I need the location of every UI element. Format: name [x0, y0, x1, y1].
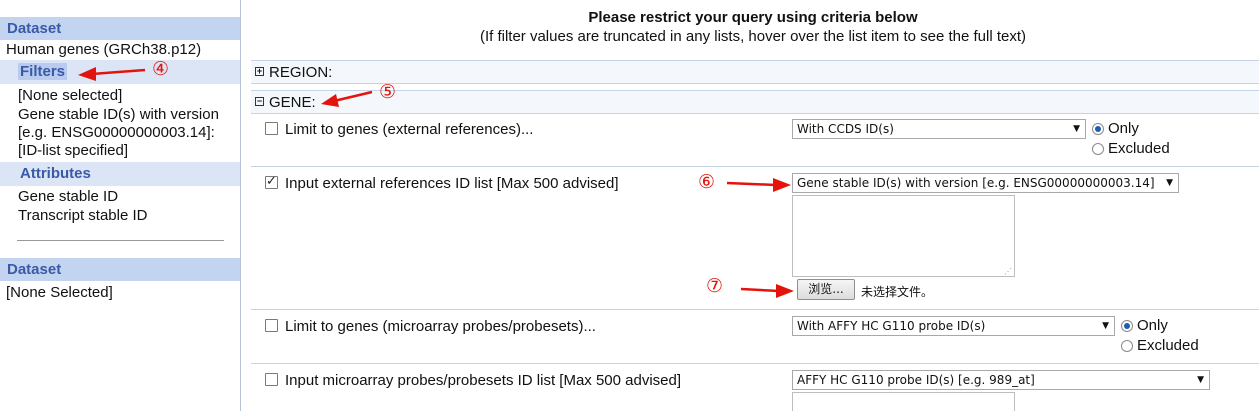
excluded-radio-label: Excluded [1137, 337, 1199, 354]
gene-label: GENE: [269, 94, 316, 111]
dropdown-arrow-icon: ▼ [1102, 321, 1109, 331]
sidebar-dataset-header[interactable]: Dataset [0, 17, 240, 40]
page-title: Please restrict your query using criteri… [588, 9, 918, 26]
filter-label: Limit to genes (microarray probes/probes… [285, 318, 596, 335]
sidebar: Dataset Human genes (GRCh38.p12) Filters… [0, 0, 241, 411]
sidebar-divider [17, 240, 224, 241]
filter-summary-line: Gene stable ID(s) with version [18, 106, 219, 123]
region-section-header[interactable]: + REGION: [251, 60, 1259, 84]
microarray-select[interactable]: With AFFY HC G110 probe ID(s) ▼ [792, 316, 1115, 336]
attribute-item: Transcript stable ID [18, 207, 148, 224]
expand-plus-icon[interactable]: + [255, 67, 264, 76]
sidebar-dataset2-value[interactable]: [None Selected] [6, 284, 113, 301]
browse-button[interactable]: 浏览... [797, 279, 855, 300]
file-status: 未选择文件。 [861, 285, 934, 299]
annotation-number-5: ⑤ [379, 81, 397, 103]
dropdown-arrow-icon: ▼ [1073, 124, 1080, 134]
only-radio-label: Only [1137, 317, 1168, 334]
only-radio[interactable] [1092, 123, 1104, 135]
collapse-minus-icon[interactable]: − [255, 97, 264, 106]
annotation-number-4: ④ [152, 58, 170, 80]
annotation-number-7: ⑦ [706, 275, 724, 297]
id-list-textarea[interactable]: ⋰ [792, 195, 1015, 277]
select-value: Gene stable ID(s) with version [e.g. ENS… [797, 176, 1155, 190]
filter-row: Limit to genes (microarray probes/probes… [251, 310, 1259, 364]
select-value: With AFFY HC G110 probe ID(s) [797, 319, 986, 333]
external-ref-select[interactable]: With CCDS ID(s) ▼ [792, 119, 1086, 139]
filter-row: Input microarray probes/probesets ID lis… [251, 364, 1259, 411]
only-radio-label: Only [1108, 120, 1139, 137]
filter-summary-line: [e.g. ENSG00000000003.14]: [18, 124, 215, 141]
annotation-number-6: ⑥ [698, 171, 716, 193]
filter-checkbox[interactable] [265, 173, 278, 189]
filter-checkbox[interactable] [265, 122, 278, 135]
filter-label: Input external references ID list [Max 5… [285, 175, 619, 192]
select-value: AFFY HC G110 probe ID(s) [e.g. 989_at] [797, 373, 1035, 387]
filter-checkbox[interactable] [265, 319, 278, 332]
microarray-id-type-select[interactable]: AFFY HC G110 probe ID(s) [e.g. 989_at] ▼ [792, 370, 1210, 390]
filter-row: Input external references ID list [Max 5… [251, 167, 1259, 310]
sidebar-dataset-name[interactable]: Human genes (GRCh38.p12) [6, 41, 201, 58]
region-label: REGION: [269, 64, 333, 81]
sidebar-filters-item[interactable]: Filters [0, 60, 240, 84]
resize-grip-icon[interactable]: ⋰ [1004, 267, 1012, 276]
id-type-select[interactable]: Gene stable ID(s) with version [e.g. ENS… [792, 173, 1179, 193]
sidebar-dataset2-header[interactable]: Dataset [0, 258, 240, 281]
filter-label: Input microarray probes/probesets ID lis… [285, 372, 682, 389]
dropdown-arrow-icon: ▼ [1166, 178, 1173, 188]
filter-checkbox[interactable] [265, 373, 278, 386]
filter-panel: Please restrict your query using criteri… [247, 0, 1259, 411]
gene-section-header[interactable]: − GENE: [251, 90, 1259, 114]
probe-id-textarea[interactable] [792, 392, 1015, 411]
excluded-radio-label: Excluded [1108, 140, 1170, 157]
sidebar-attributes-label[interactable]: Attributes [18, 165, 93, 182]
filter-summary-line: [None selected] [18, 87, 123, 104]
only-radio[interactable] [1121, 320, 1133, 332]
excluded-radio[interactable] [1092, 143, 1104, 155]
sidebar-attributes-item[interactable]: Attributes [0, 162, 240, 186]
filter-summary-line: [ID-list specified] [18, 142, 129, 159]
attribute-item: Gene stable ID [18, 188, 119, 205]
sidebar-filters-label[interactable]: Filters [18, 63, 68, 80]
dropdown-arrow-icon: ▼ [1197, 375, 1204, 385]
select-value: With CCDS ID(s) [797, 122, 894, 136]
filter-row: Limit to genes (external references)... … [251, 114, 1259, 167]
filter-label: Limit to genes (external references)... [285, 121, 534, 138]
excluded-radio[interactable] [1121, 340, 1133, 352]
page-subtitle: (If filter values are truncated in any l… [479, 28, 1027, 45]
